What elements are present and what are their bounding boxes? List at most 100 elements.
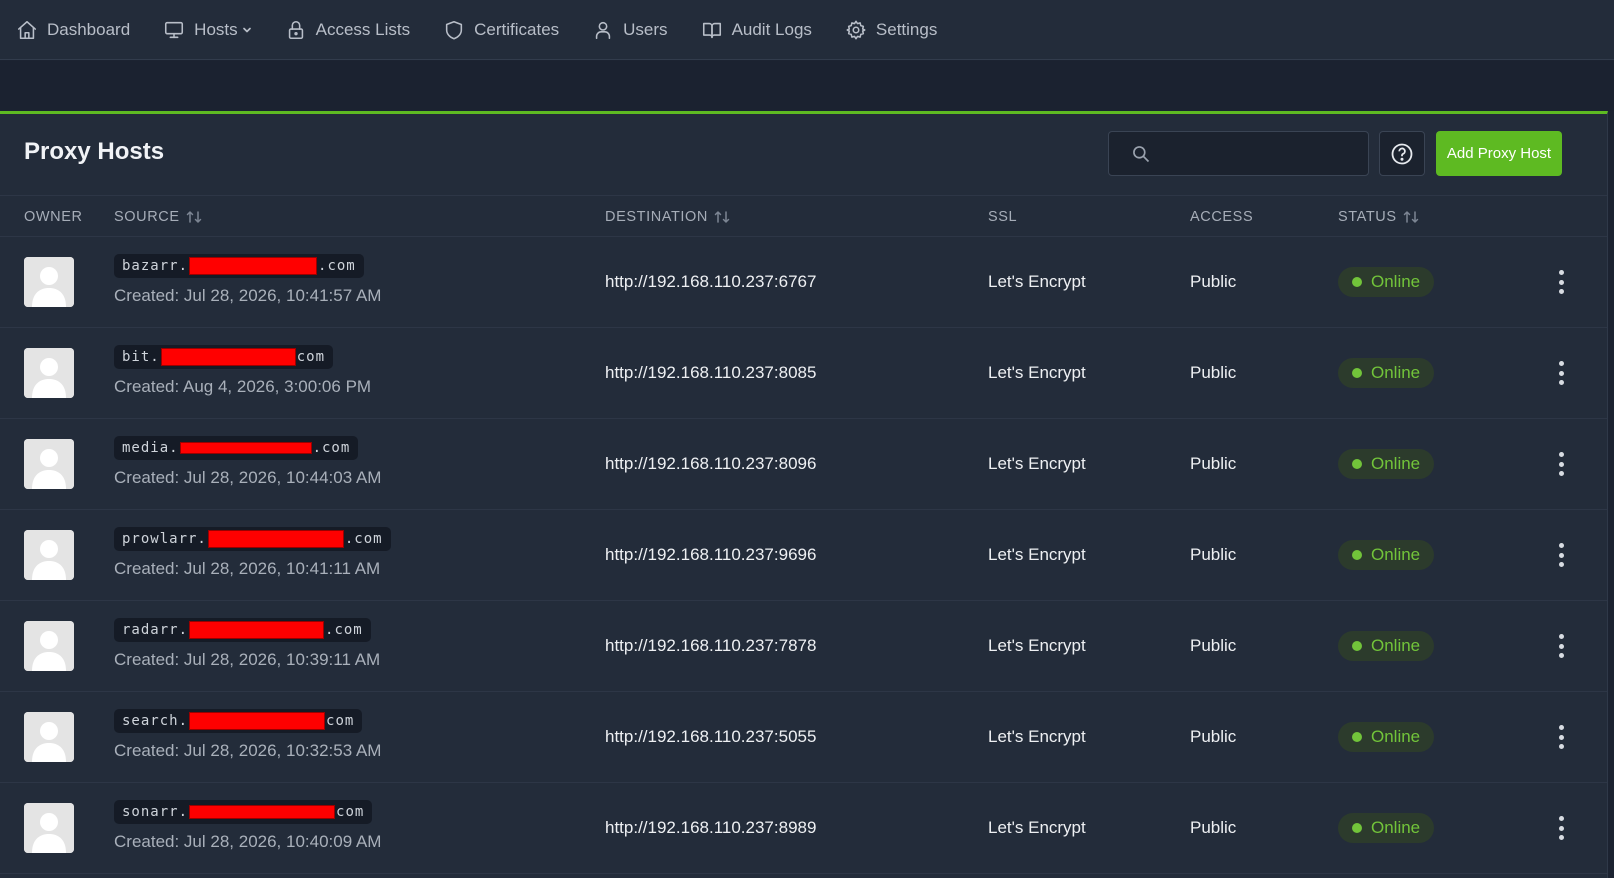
status-dot-icon [1352,732,1362,742]
row-actions-menu-icon[interactable] [1551,359,1571,387]
search-box[interactable] [1108,131,1369,176]
source-domain-prefix: radarr. [122,622,189,638]
nav-users[interactable]: Users [592,19,668,41]
nav-audit-logs[interactable]: Audit Logs [701,19,812,41]
column-access-label: ACCESS [1190,209,1254,225]
source-domain-suffix: .com [344,531,383,547]
nav-dashboard-label: Dashboard [47,19,131,39]
destination-url: http://192.168.110.237:8085 [605,363,817,382]
nav-hosts-label: Hosts [194,19,238,39]
status-badge: Online [1338,449,1435,479]
source-domain: search. com [114,709,363,733]
row-actions-menu-icon[interactable] [1551,814,1571,842]
row-actions-menu-icon[interactable] [1551,723,1571,751]
redaction-box [207,530,344,548]
table-row: bazarr. .com Created: Jul 28, 2026, 10:41… [0,237,1607,328]
table-row: bit. com Created: Aug 4, 2026, 3:00:06 PM… [0,328,1607,419]
avatar [24,621,74,671]
status-dot-icon [1352,459,1362,469]
nav-access-lists[interactable]: Access Lists [285,19,410,41]
status-label: Online [1371,636,1421,655]
status-badge: Online [1338,358,1435,388]
row-actions-menu-icon[interactable] [1551,541,1571,569]
search-icon [1133,146,1150,163]
access-level: Public [1190,545,1237,564]
avatar [24,348,74,398]
page-title: Proxy Hosts [24,138,165,165]
source-domain-suffix: .com [312,440,351,456]
nav-audit-logs-label: Audit Logs [731,19,812,39]
source-domain-prefix: media. [122,440,179,456]
nav-certificates[interactable]: Certificates [443,19,559,41]
avatar [24,439,74,489]
table-row: media. .com Created: Jul 28, 2026, 10:44:… [0,419,1607,510]
source-domain-suffix: com [326,713,355,729]
top-navigation: Dashboard Hosts Access Lists Certificate… [0,0,1614,60]
column-source[interactable]: SOURCE [114,209,202,225]
sort-icon [714,211,730,223]
created-date: Created: Jul 28, 2026, 10:32:53 AM [114,741,382,760]
created-date: Created: Jul 28, 2026, 10:44:03 AM [114,468,382,487]
ssl-provider: Let's Encrypt [988,818,1086,837]
column-source-label: SOURCE [114,209,180,225]
redaction-box [189,712,326,730]
source-domain: sonarr. com [114,800,373,824]
user-icon [595,21,611,39]
column-ssl: SSL [988,209,1017,225]
search-input[interactable] [1161,140,1361,168]
row-actions-menu-icon[interactable] [1551,450,1571,478]
status-badge: Online [1338,722,1435,752]
ssl-provider: Let's Encrypt [988,727,1086,746]
source-domain-suffix: .com [318,258,356,274]
source-domain-prefix: search. [122,713,189,729]
destination-url: http://192.168.110.237:6767 [605,272,817,291]
ssl-provider: Let's Encrypt [988,545,1086,564]
ssl-provider: Let's Encrypt [988,363,1086,382]
avatar [24,257,74,307]
column-access: ACCESS [1190,209,1253,225]
access-level: Public [1190,727,1237,746]
status-dot-icon [1352,277,1362,287]
lock-icon [288,20,303,39]
gear-icon [846,20,866,39]
page-header-band [0,61,1614,111]
book-icon [702,22,721,38]
nav-hosts[interactable]: Hosts [163,19,251,41]
column-status[interactable]: STATUS [1338,209,1419,225]
nav-access-lists-label: Access Lists [315,19,411,39]
destination-url: http://192.168.110.237:5055 [605,727,817,746]
access-level: Public [1190,818,1237,837]
row-actions-menu-icon[interactable] [1551,268,1571,296]
column-destination-label: DESTINATION [605,209,709,225]
source-domain-prefix: prowlarr. [122,531,207,547]
status-label: Online [1371,272,1421,291]
help-button[interactable] [1379,131,1425,176]
access-level: Public [1190,363,1237,382]
status-label: Online [1371,363,1421,382]
nav-users-label: Users [623,19,668,39]
nav-certificates-label: Certificates [474,19,560,39]
source-domain: prowlarr. .com [114,527,391,551]
status-dot-icon [1352,550,1362,560]
nav-settings[interactable]: Settings [845,19,937,41]
table-row: sonarr. com Created: Jul 28, 2026, 10:40:… [0,783,1607,874]
card-header: Proxy Hosts Add Proxy Host [0,114,1607,196]
created-date: Created: Jul 28, 2026, 10:41:57 AM [114,286,382,305]
destination-url: http://192.168.110.237:9696 [605,545,817,564]
default-user-icon [24,348,74,398]
source-domain-prefix: bazarr. [122,258,189,274]
status-label: Online [1371,454,1421,473]
default-user-icon [24,621,74,671]
redaction-box [189,805,336,819]
redaction-box [189,257,318,275]
source-domain: media. .com [114,436,359,460]
column-destination[interactable]: DESTINATION [605,209,730,225]
table-row: radarr. .com Created: Jul 28, 2026, 10:39… [0,601,1607,692]
nav-dashboard[interactable]: Dashboard [16,19,130,41]
status-badge: Online [1338,631,1435,661]
row-actions-menu-icon[interactable] [1551,632,1571,660]
status-dot-icon [1352,641,1362,651]
table-row: search. com Created: Jul 28, 2026, 10:32:… [0,692,1607,783]
add-proxy-host-button[interactable]: Add Proxy Host [1436,131,1562,176]
column-status-label: STATUS [1338,209,1397,225]
